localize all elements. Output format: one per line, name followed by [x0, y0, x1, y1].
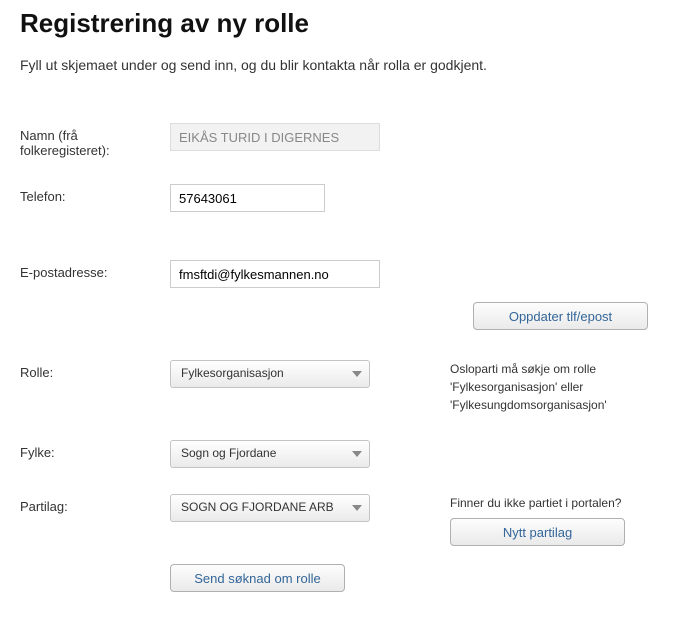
label-role: Rolle:: [20, 360, 170, 380]
label-name: Namn (frå folkeregisteret):: [20, 123, 170, 158]
row-role: Rolle: Fylkesorganisasjon Osloparti må s…: [20, 360, 673, 414]
name-field: [170, 123, 380, 151]
phone-field[interactable]: [170, 184, 325, 212]
role-select-value: Fylkesorganisasjon: [170, 360, 370, 388]
party-select[interactable]: SOGN OG FJORDANE ARB: [170, 494, 370, 522]
label-party: Partilag:: [20, 494, 170, 514]
update-button[interactable]: Oppdater tlf/epost: [473, 302, 648, 330]
county-select[interactable]: Sogn og Fjordane: [170, 440, 370, 468]
new-party-button[interactable]: Nytt partilag: [450, 518, 625, 546]
party-select-value: SOGN OG FJORDANE ARB: [170, 494, 370, 522]
intro-text: Fyll ut skjemaet under og send inn, og d…: [20, 57, 673, 73]
label-email: E-postadresse:: [20, 260, 170, 280]
role-select[interactable]: Fylkesorganisasjon: [170, 360, 370, 388]
label-county: Fylke:: [20, 440, 170, 460]
row-county: Fylke: Sogn og Fjordane: [20, 440, 673, 468]
role-hint: Osloparti må søkje om rolle 'Fylkesorgan…: [380, 360, 673, 414]
row-phone: Telefon:: [20, 184, 673, 212]
party-question: Finner du ikke partiet i portalen?: [450, 494, 673, 512]
label-phone: Telefon:: [20, 184, 170, 204]
row-send: Send søknad om rolle: [20, 564, 673, 592]
page-title: Registrering av ny rolle: [20, 8, 673, 39]
row-email: E-postadresse:: [20, 260, 673, 288]
row-update: Oppdater tlf/epost: [20, 302, 673, 330]
county-select-value: Sogn og Fjordane: [170, 440, 370, 468]
row-party: Partilag: SOGN OG FJORDANE ARB Finner du…: [20, 494, 673, 546]
row-name: Namn (frå folkeregisteret):: [20, 123, 673, 158]
email-field[interactable]: [170, 260, 380, 288]
send-button[interactable]: Send søknad om rolle: [170, 564, 345, 592]
